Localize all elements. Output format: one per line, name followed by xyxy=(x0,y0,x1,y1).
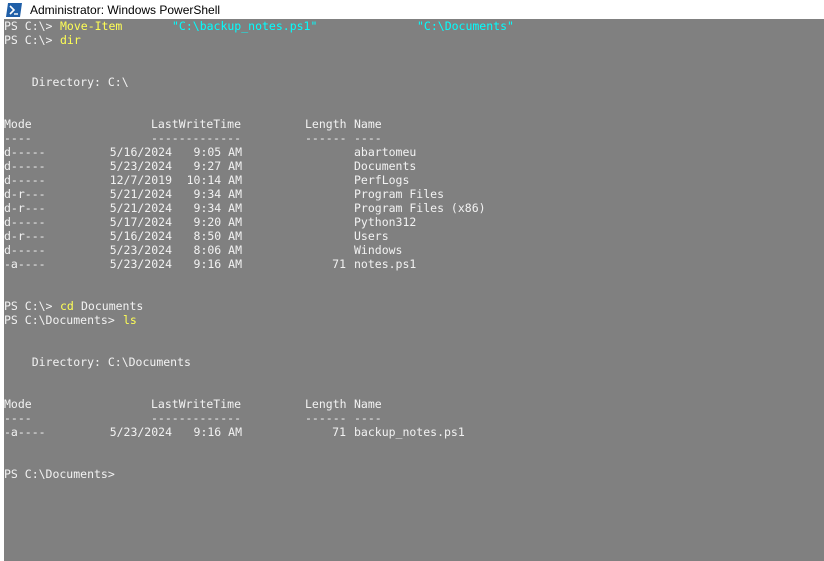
command-line: PS C:\> Move-Item "C:\backup_notes.ps1" … xyxy=(4,19,514,33)
command: ls xyxy=(123,313,137,327)
cell-name: notes.ps1 xyxy=(354,257,417,271)
underline-name: ---- xyxy=(354,411,382,425)
command-line: PS C:\> dir xyxy=(4,33,81,47)
table-header: Mode LastWriteTime Length Name xyxy=(4,397,382,411)
prompt: PS C:\Documents> xyxy=(4,313,122,327)
header-mode: Mode xyxy=(4,117,32,131)
cell-time: 9:05 AM xyxy=(193,145,242,159)
table-underline: ---- ------------- ------ ---- xyxy=(4,131,382,145)
powershell-icon xyxy=(6,2,22,17)
cell-time: 9:20 AM xyxy=(193,215,242,229)
underline-mode: ---- xyxy=(4,411,32,425)
powershell-window: Administrator: Windows PowerShell PS C:\… xyxy=(0,0,824,561)
cell-name: PerfLogs xyxy=(354,173,410,187)
header-length: Length xyxy=(305,117,347,131)
cell-name: Program Files (x86) xyxy=(354,201,486,215)
underline-mode: ---- xyxy=(4,131,32,145)
cell-time: 9:34 AM xyxy=(193,187,242,201)
window-title: Administrator: Windows PowerShell xyxy=(30,2,221,17)
argument: "C:\Documents" xyxy=(417,19,514,33)
header-lastwritetime: LastWriteTime xyxy=(151,117,242,131)
header-name: Name xyxy=(354,397,382,411)
header-length: Length xyxy=(305,397,347,411)
header-mode: Mode xyxy=(4,397,32,411)
command: Move-Item xyxy=(60,19,123,33)
console-output[interactable]: PS C:\> Move-Item "C:\backup_notes.ps1" … xyxy=(4,19,824,561)
cell-name: Documents xyxy=(354,159,417,173)
directory-label: Directory: C:\ xyxy=(4,75,129,89)
command-line: PS C:\> cd Documents xyxy=(4,299,143,313)
cell-name: backup_notes.ps1 xyxy=(354,425,465,439)
table-underline: ---- ------------- ------ ---- xyxy=(4,411,382,425)
prompt: PS C:\> xyxy=(4,19,60,33)
prompt: PS C:\Documents> xyxy=(4,467,122,481)
cell-name: Python312 xyxy=(354,215,417,229)
cell-time: 10:14 AM xyxy=(186,173,242,187)
cell-time: 8:50 AM xyxy=(193,229,242,243)
header-name: Name xyxy=(354,117,382,131)
argument: Documents xyxy=(81,299,144,313)
cell-length: 71 xyxy=(332,257,346,271)
underline-lastwritetime: ------------- xyxy=(151,411,242,425)
cell-time: 9:34 AM xyxy=(193,201,242,215)
underline-length: ------ xyxy=(305,131,347,145)
directory-label: Directory: C:\Documents xyxy=(4,355,191,369)
current-prompt[interactable]: PS C:\Documents> xyxy=(4,467,115,481)
prompt: PS C:\> xyxy=(4,33,60,47)
header-lastwritetime: LastWriteTime xyxy=(151,397,242,411)
cell-name: abartomeu xyxy=(354,145,417,159)
command: cd xyxy=(60,299,74,313)
underline-lastwritetime: ------------- xyxy=(151,131,242,145)
prompt: PS C:\> xyxy=(4,299,60,313)
command-line: PS C:\Documents> ls xyxy=(4,313,137,327)
cell-time: 8:06 AM xyxy=(193,243,242,257)
cell-length: 71 xyxy=(332,425,346,439)
cell-name: Program Files xyxy=(354,187,445,201)
argument: "C:\backup_notes.ps1" xyxy=(172,19,318,33)
cell-name: Windows xyxy=(354,243,403,257)
command: dir xyxy=(60,33,81,47)
underline-length: ------ xyxy=(305,411,347,425)
underline-name: ---- xyxy=(354,131,382,145)
title-bar[interactable]: Administrator: Windows PowerShell xyxy=(0,0,824,19)
cell-time: 9:27 AM xyxy=(193,159,242,173)
table-header: Mode LastWriteTime Length Name xyxy=(4,117,382,131)
cell-name: Users xyxy=(354,229,389,243)
